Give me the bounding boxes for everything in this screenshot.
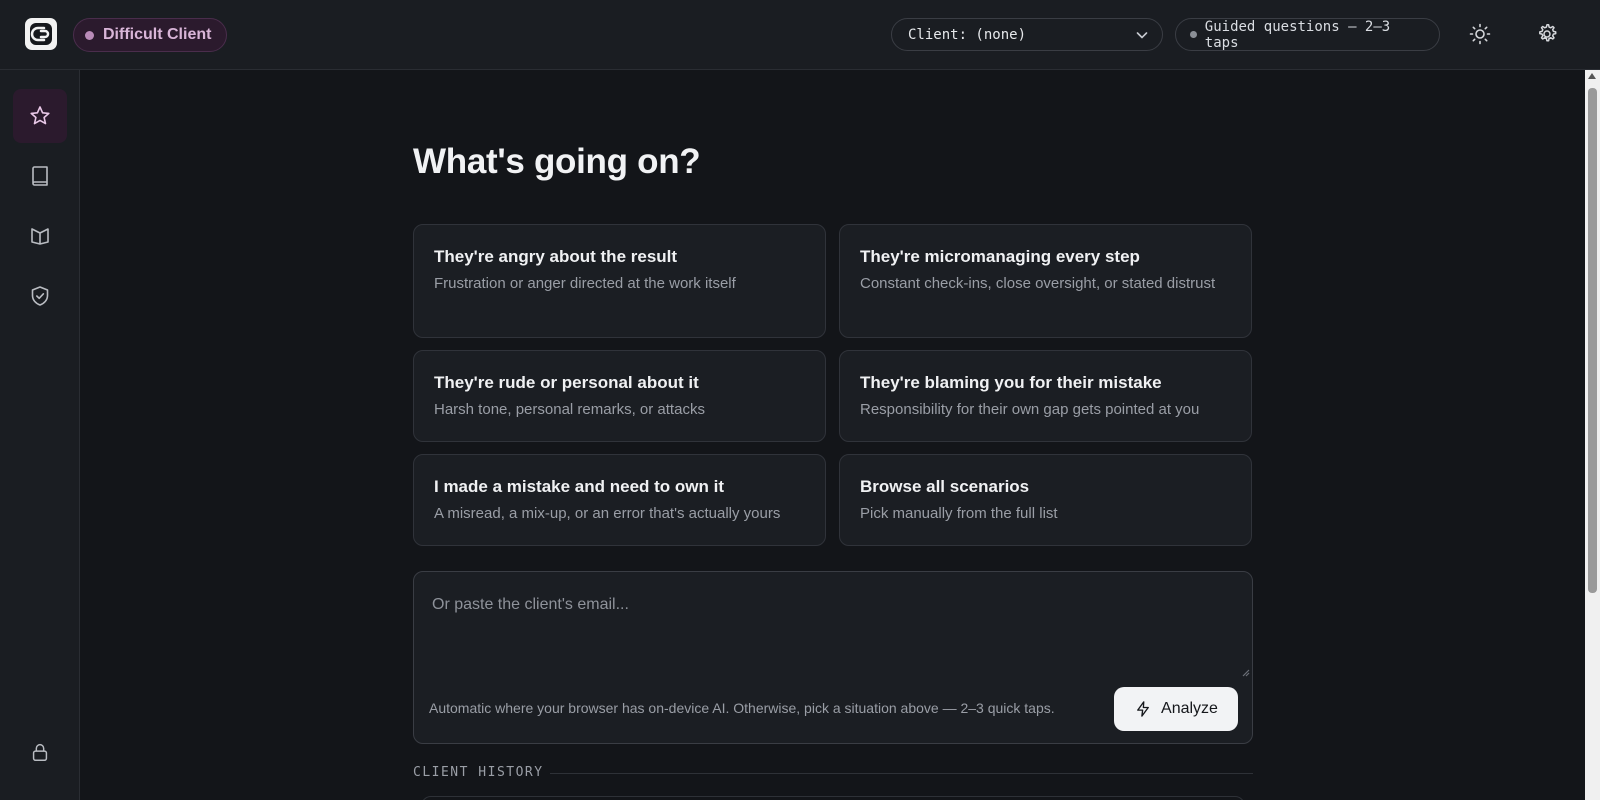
scenario-title: They're micromanaging every step	[860, 247, 1140, 266]
guided-label: Guided questions — 2–3 taps	[1204, 18, 1391, 51]
scenario-card-blaming[interactable]: They're blaming you for their mistake Re…	[839, 350, 1252, 442]
scroll-up-icon[interactable]	[1588, 73, 1596, 79]
scenario-card-micromanaging[interactable]: They're micromanaging every step Constan…	[839, 224, 1252, 338]
shield-check-icon	[31, 286, 49, 306]
guided-dot	[1190, 31, 1197, 38]
sidebar-item-guide[interactable]	[13, 209, 67, 263]
top-bar: Difficult Client Client: (none) Guided q…	[0, 0, 1600, 70]
mode-badge[interactable]: Difficult Client	[73, 18, 228, 52]
chevron-down-icon	[1136, 32, 1148, 39]
scenario-description: Constant check-ins, close oversight, or …	[860, 275, 1216, 292]
scenario-title: They're blaming you for their mistake	[860, 373, 1162, 392]
email-panel: Automatic where your browser has on-devi…	[413, 571, 1253, 744]
scenario-card-angry[interactable]: They're angry about the result Frustrati…	[413, 224, 826, 338]
page-scrollbar[interactable]	[1585, 70, 1600, 800]
page-title: What's going on?	[413, 142, 701, 181]
sidebar-item-library[interactable]	[13, 149, 67, 203]
star-icon	[30, 106, 50, 125]
sidebar	[0, 70, 80, 800]
mode-label: Difficult Client	[103, 26, 212, 43]
client-select-value: Client: (none)	[908, 26, 1027, 43]
open-book-icon	[31, 228, 49, 245]
scenario-title: They're angry about the result	[434, 247, 678, 266]
book-icon	[32, 166, 48, 186]
lock-icon	[32, 743, 48, 761]
scenario-title: I made a mistake and need to own it	[434, 477, 725, 496]
scenario-card-rude[interactable]: They're rude or personal about it Harsh …	[413, 350, 826, 442]
lightning-icon	[1137, 701, 1149, 717]
scenario-title: Browse all scenarios	[860, 477, 1030, 496]
scenario-description: A misread, a mix-up, or an error that's …	[434, 505, 781, 522]
sidebar-item-lock[interactable]	[13, 725, 67, 779]
scenario-card-browse-all[interactable]: Browse all scenarios Pick manually from …	[839, 454, 1252, 546]
sidebar-item-safety[interactable]	[13, 269, 67, 323]
client-history-panel	[421, 796, 1245, 800]
section-divider	[550, 773, 1253, 774]
client-select[interactable]: Client: (none)	[891, 18, 1163, 51]
scenario-title: They're rude or personal about it	[434, 373, 699, 392]
scenario-description: Harsh tone, personal remarks, or attacks	[434, 401, 705, 418]
guided-mode-toggle[interactable]: Guided questions — 2–3 taps	[1175, 18, 1440, 51]
analyze-hint: Automatic where your browser has on-devi…	[429, 700, 1055, 716]
analyze-button[interactable]: Analyze	[1114, 687, 1238, 731]
analyze-label: Analyze	[1161, 700, 1218, 717]
scenario-description: Pick manually from the full list	[860, 505, 1058, 522]
logo-icon[interactable]	[25, 18, 57, 50]
sun-icon[interactable]	[1468, 22, 1492, 46]
scenario-card-own-mistake[interactable]: I made a mistake and need to own it A mi…	[413, 454, 826, 546]
client-history-heading: CLIENT HISTORY	[413, 765, 544, 780]
email-input[interactable]	[415, 573, 1251, 679]
resize-grip-icon[interactable]	[1240, 667, 1250, 677]
scenario-description: Frustration or anger directed at the wor…	[434, 275, 736, 292]
gear-icon[interactable]	[1535, 22, 1559, 46]
mode-dot	[85, 30, 94, 40]
scenario-description: Responsibility for their own gap gets po…	[860, 401, 1200, 418]
sidebar-item-scenarios[interactable]	[13, 89, 67, 143]
scrollbar-thumb[interactable]	[1588, 88, 1597, 593]
